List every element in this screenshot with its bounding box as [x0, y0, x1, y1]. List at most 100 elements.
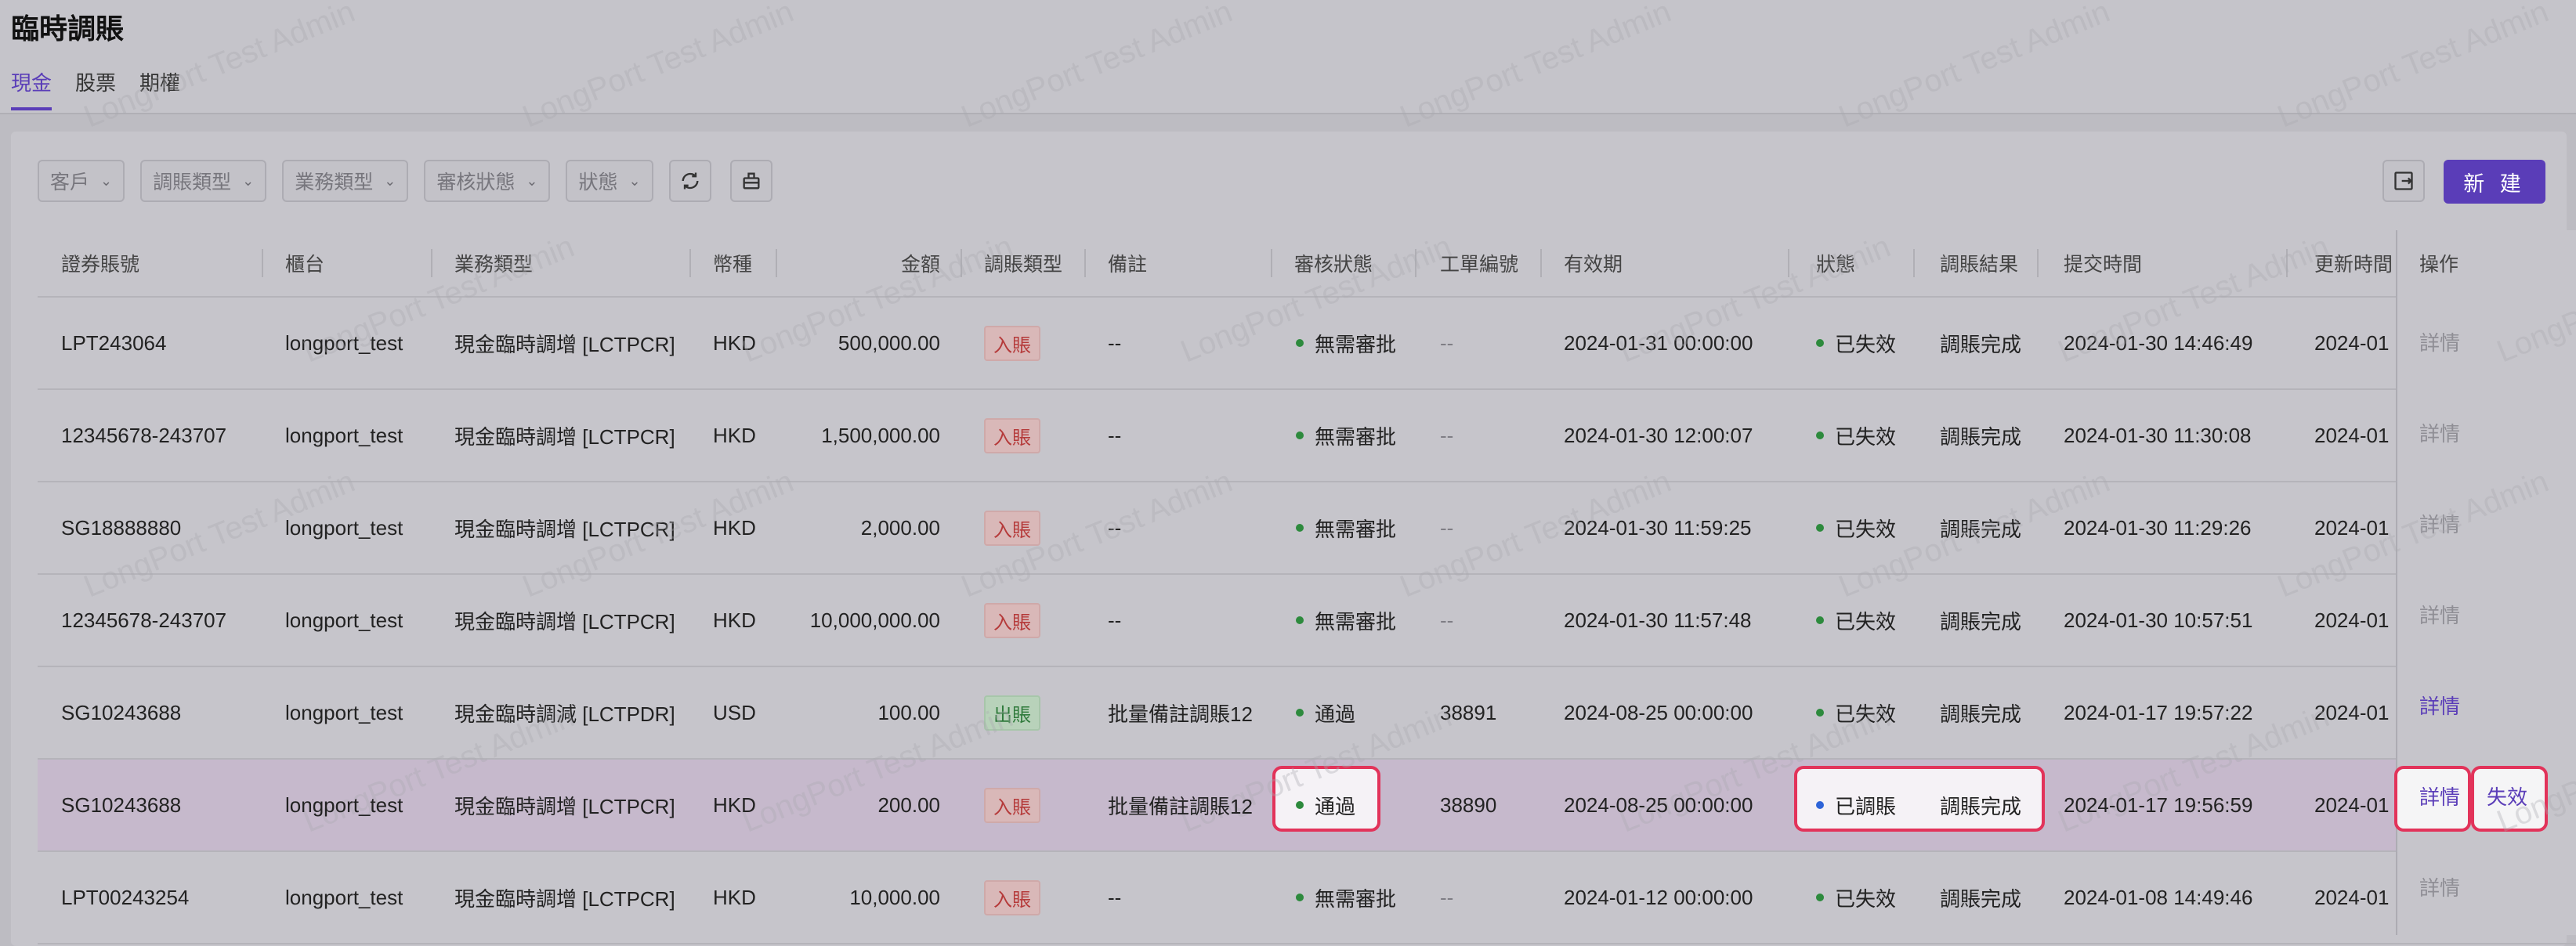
account-cell: SG10243688	[61, 793, 182, 817]
counter-cell: longport_test	[285, 885, 403, 909]
result-cell: 調賬完成	[1940, 332, 2022, 356]
detail-link[interactable]: 詳情	[2419, 509, 2460, 538]
tab-stock[interactable]: 股票	[75, 67, 116, 110]
amount-cell: 2,000.00	[860, 515, 940, 540]
col-divider	[961, 249, 962, 277]
col-valid: 有效期	[1564, 254, 1623, 276]
valid-cell: 2024-01-31 00:00:00	[1564, 330, 1753, 355]
status-text: 已失效	[1835, 886, 1897, 911]
status-dot	[1816, 709, 1824, 717]
filter-label: 審核狀態	[436, 172, 516, 193]
updated-cell: 2024-01	[2314, 793, 2390, 817]
note-cell: --	[1108, 515, 1122, 540]
status-dot	[1816, 339, 1824, 347]
adjust-type-cell: 入賬	[984, 575, 1040, 666]
result-cell: 調賬完成	[1940, 424, 2022, 449]
col-divider	[1415, 249, 1416, 277]
currency-cell: HKD	[713, 608, 756, 632]
filter-adjust-type[interactable]: 調賬類型 ⌄	[140, 160, 267, 202]
col-divider	[2286, 249, 2288, 277]
filter-label: 狀態	[578, 172, 618, 193]
table-row: SG10243688 longport_test 現金臨時調增 [LCTPCR]…	[38, 760, 2576, 852]
status-cell: 已失效	[1816, 298, 1896, 388]
audit-status-cell: 無需審批	[1296, 482, 1396, 573]
page-header: 臨時調賬 現金 股票 期權	[0, 0, 2576, 113]
status-dot	[1296, 339, 1304, 347]
status-text: 已失效	[1835, 609, 1897, 634]
updated-cell: 2024-01	[2314, 515, 2390, 540]
amount-cell: 500,000.00	[838, 330, 940, 355]
refresh-icon	[682, 172, 699, 190]
detail-link[interactable]: 詳情	[2419, 327, 2460, 356]
chevron-down-icon: ⌄	[242, 172, 255, 189]
col-result: 調賬結果	[1940, 254, 2019, 276]
business-type-cell: 現金臨時調增 [LCTPCR]	[454, 517, 675, 541]
audit-status-cell: 無需審批	[1296, 852, 1396, 943]
status-cell: 已失效	[1816, 482, 1896, 573]
col-submitted: 提交時間	[2064, 254, 2143, 276]
note-cell: --	[1108, 423, 1122, 447]
chevron-down-icon: ⌄	[384, 172, 396, 189]
submitted-cell: 2024-01-08 14:49:46	[2064, 885, 2253, 909]
status-text: 已調賬	[1835, 794, 1897, 818]
status-dot	[1296, 894, 1304, 901]
tab-options[interactable]: 期權	[139, 67, 180, 110]
status-dot	[1296, 616, 1304, 624]
currency-cell: USD	[713, 700, 756, 724]
col-business-type: 業務類型	[454, 254, 534, 276]
valid-cell: 2024-01-30 11:57:48	[1564, 608, 1752, 632]
updated-cell: 2024-01	[2314, 423, 2390, 447]
result-cell: 調賬完成	[1940, 886, 2022, 911]
valid-cell: 2024-01-12 00:00:00	[1564, 885, 1753, 909]
table-row: 12345678-243707 longport_test 現金臨時調增 [LC…	[38, 390, 2576, 482]
col-divider	[1540, 249, 1542, 277]
note-cell: --	[1108, 608, 1122, 632]
filter-label: 業務類型	[295, 172, 374, 193]
status-dot	[1816, 801, 1824, 809]
audit-status-cell: 無需審批	[1296, 298, 1396, 388]
export-button[interactable]	[2382, 160, 2425, 202]
invalidate-link[interactable]: 失效	[2487, 782, 2527, 811]
currency-cell: HKD	[713, 330, 756, 355]
counter-cell: longport_test	[285, 423, 403, 447]
export-icon	[2394, 172, 2413, 190]
audit-status-text: 無需審批	[1315, 609, 1397, 634]
tab-cash[interactable]: 現金	[11, 67, 52, 110]
col-actions: 操作	[2419, 254, 2459, 276]
status-text: 已失效	[1835, 702, 1897, 726]
amount-cell: 10,000.00	[849, 885, 940, 909]
ticket-cell: --	[1440, 330, 1454, 355]
filter-label: 調賬類型	[153, 172, 232, 193]
detail-link[interactable]: 詳情	[2419, 600, 2460, 629]
adjust-type-cell: 入賬	[984, 298, 1040, 388]
new-button[interactable]: 新 建	[2444, 160, 2545, 204]
filter-customer[interactable]: 客戶 ⌄	[38, 160, 125, 202]
col-divider	[2037, 249, 2039, 277]
filter-business-type[interactable]: 業務類型 ⌄	[282, 160, 409, 202]
col-audit-status: 審核狀態	[1294, 254, 1373, 276]
filter-label: 客戶	[50, 172, 90, 193]
detail-link[interactable]: 詳情	[2419, 691, 2460, 720]
filter-audit-status[interactable]: 審核狀態 ⌄	[424, 160, 551, 202]
status-text: 已失效	[1835, 424, 1897, 449]
adjust-type-cell: 入賬	[984, 760, 1040, 850]
col-divider	[1788, 249, 1789, 277]
account-cell: 12345678-243707	[61, 608, 227, 632]
amount-cell: 10,000,000.00	[809, 608, 940, 632]
detail-link[interactable]: 詳情	[2419, 872, 2460, 901]
status-dot	[1296, 524, 1304, 532]
refresh-button[interactable]	[668, 160, 711, 202]
clear-button[interactable]	[729, 160, 772, 202]
business-type-cell: 現金臨時調增 [LCTPCR]	[454, 424, 675, 449]
filter-status[interactable]: 狀態 ⌄	[566, 160, 653, 202]
business-type-cell: 現金臨時調增 [LCTPCR]	[454, 794, 675, 818]
submitted-cell: 2024-01-30 14:46:49	[2064, 330, 2253, 355]
adjust-type-cell: 入賬	[984, 482, 1040, 573]
detail-link[interactable]: 詳情	[2419, 782, 2460, 811]
adjust-type-tag: 入賬	[984, 787, 1040, 823]
detail-link[interactable]: 詳情	[2419, 418, 2460, 447]
col-divider	[1084, 249, 1086, 277]
ticket-cell: --	[1440, 885, 1454, 909]
table-row: SG10243688 longport_test 現金臨時調減 [LCTPDR]…	[38, 667, 2576, 760]
ticket-cell: --	[1440, 608, 1454, 632]
